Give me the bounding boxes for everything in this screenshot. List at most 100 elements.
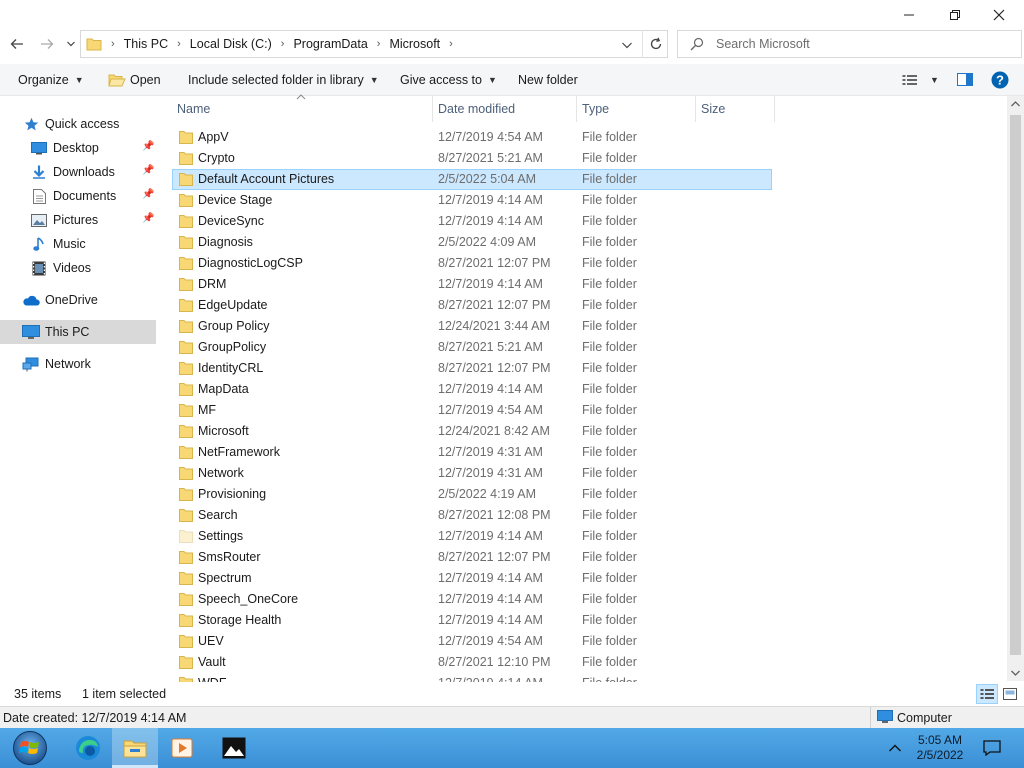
search-box[interactable]: [677, 30, 1022, 58]
star-icon: [22, 116, 40, 132]
breadcrumb-programdata[interactable]: ProgramData: [293, 37, 367, 51]
file-row[interactable]: AppV 12/7/2019 4:54 AM File folder: [172, 127, 772, 148]
forward-button[interactable]: [36, 30, 58, 58]
nav-videos[interactable]: Videos: [30, 257, 91, 279]
nav-desktop[interactable]: Desktop 📌: [30, 137, 160, 159]
address-bar[interactable]: › This PC › Local Disk (C:) › ProgramDat…: [80, 30, 668, 58]
preview-pane-button[interactable]: [957, 64, 973, 95]
scroll-down-icon[interactable]: [1011, 670, 1020, 676]
chevron-down-icon: [67, 41, 75, 47]
file-row[interactable]: DRM 12/7/2019 4:14 AM File folder: [172, 274, 772, 295]
file-row[interactable]: Microsoft 12/24/2021 8:42 AM File folder: [172, 421, 772, 442]
file-row[interactable]: MF 12/7/2019 4:54 AM File folder: [172, 400, 772, 421]
back-button[interactable]: [6, 30, 28, 58]
column-type[interactable]: Type: [577, 96, 695, 121]
address-history-chevron-icon[interactable]: [622, 42, 632, 49]
taskbar-clock[interactable]: 5:05 AM 2/5/2022: [912, 730, 968, 766]
file-row[interactable]: UEV 12/7/2019 4:54 AM File folder: [172, 631, 772, 652]
file-row[interactable]: EdgeUpdate 8/27/2021 12:07 PM File folder: [172, 295, 772, 316]
file-row[interactable]: Settings 12/7/2019 4:14 AM File folder: [172, 526, 772, 547]
nav-network[interactable]: Network: [22, 353, 91, 375]
details-view-toggle[interactable]: [976, 684, 998, 704]
file-row[interactable]: MapData 12/7/2019 4:14 AM File folder: [172, 379, 772, 400]
new-folder-button[interactable]: New folder: [518, 64, 578, 95]
start-button[interactable]: [8, 728, 52, 768]
file-row[interactable]: Network 12/7/2019 4:31 AM File folder: [172, 463, 772, 484]
column-name[interactable]: Name: [172, 96, 432, 121]
file-type: File folder: [582, 340, 637, 354]
file-row[interactable]: Speech_OneCore 12/7/2019 4:14 AM File fold…: [172, 589, 772, 610]
large-icons-view-icon: [1003, 688, 1017, 700]
file-date-modified: 12/7/2019 4:14 AM: [438, 571, 543, 585]
taskbar-photos[interactable]: [212, 728, 256, 768]
file-row[interactable]: GroupPolicy 8/27/2021 5:21 AM File folder: [172, 337, 772, 358]
column-date-modified[interactable]: Date modified: [433, 96, 576, 121]
minimize-button[interactable]: [886, 0, 932, 30]
file-row[interactable]: Search 8/27/2021 12:08 PM File folder: [172, 505, 772, 526]
help-button[interactable]: ?: [991, 64, 1009, 95]
file-name: DeviceSync: [198, 214, 264, 228]
computer-icon: [22, 324, 40, 340]
recent-locations-button[interactable]: [64, 30, 78, 58]
give-access-button[interactable]: Give access to ▼: [400, 64, 497, 95]
taskbar-file-explorer[interactable]: [112, 728, 158, 768]
nav-pictures[interactable]: Pictures 📌: [30, 209, 160, 231]
breadcrumb-local-disk[interactable]: Local Disk (C:): [190, 37, 272, 51]
breadcrumb-this-pc[interactable]: This PC: [124, 37, 168, 51]
scroll-up-icon[interactable]: [1011, 101, 1020, 107]
file-row[interactable]: NetFramework 12/7/2019 4:31 AM File folder: [172, 442, 772, 463]
file-row[interactable]: Provisioning 2/5/2022 4:19 AM File folder: [172, 484, 772, 505]
folder-icon: [179, 404, 193, 417]
file-row[interactable]: Group Policy 12/24/2021 3:44 AM File folde…: [172, 316, 772, 337]
file-date-modified: 12/7/2019 4:54 AM: [438, 403, 543, 417]
file-type: File folder: [582, 508, 637, 522]
close-button[interactable]: [976, 0, 1022, 30]
taskbar-edge[interactable]: [66, 728, 110, 768]
maximize-button[interactable]: [932, 0, 978, 30]
search-input[interactable]: [716, 37, 996, 51]
breadcrumb-separator[interactable]: ›: [281, 38, 285, 50]
change-view-button[interactable]: ▼: [902, 64, 939, 95]
open-button[interactable]: Open: [108, 64, 161, 95]
breadcrumb-separator[interactable]: ›: [377, 38, 381, 50]
nav-onedrive[interactable]: OneDrive: [22, 289, 98, 311]
breadcrumb-separator: ›: [111, 38, 115, 50]
taskbar-media-player[interactable]: [160, 728, 204, 768]
scrollbar-thumb[interactable]: [1010, 115, 1021, 655]
file-type: File folder: [582, 382, 637, 396]
organize-button[interactable]: Organize ▼: [18, 64, 84, 95]
show-hidden-icons-button[interactable]: [882, 728, 908, 768]
date-created-text: Date created: 12/7/2019 4:14 AM: [3, 711, 187, 725]
nav-downloads[interactable]: Downloads 📌: [30, 161, 160, 183]
column-size[interactable]: Size: [696, 96, 774, 121]
file-row[interactable]: Default Account Pictures 2/5/2022 5:04 AM…: [172, 169, 772, 190]
column-divider[interactable]: [774, 96, 775, 122]
large-icons-view-toggle[interactable]: [1000, 684, 1020, 704]
file-row[interactable]: IdentityCRL 8/27/2021 12:07 PM File folder: [172, 358, 772, 379]
file-row[interactable]: WDF12/7/2019 4:14 AMFile folder: [172, 673, 772, 682]
nav-this-pc[interactable]: This PC: [22, 321, 89, 343]
file-row[interactable]: SmsRouter 8/27/2021 12:07 PM File folder: [172, 547, 772, 568]
nav-quick-access[interactable]: Quick access: [22, 113, 119, 135]
file-row[interactable]: Diagnosis 2/5/2022 4:09 AM File folder: [172, 232, 772, 253]
file-date-modified: 8/27/2021 12:08 PM: [438, 508, 551, 522]
action-center-button[interactable]: [978, 728, 1006, 768]
breadcrumb-microsoft[interactable]: Microsoft: [389, 37, 440, 51]
file-row[interactable]: Crypto 8/27/2021 5:21 AM File folder: [172, 148, 772, 169]
breadcrumb-separator[interactable]: ›: [177, 38, 181, 50]
breadcrumb-separator[interactable]: ›: [449, 38, 453, 50]
file-type: File folder: [582, 256, 637, 270]
file-row[interactable]: Device Stage 12/7/2019 4:14 AM File folder: [172, 190, 772, 211]
file-row[interactable]: Spectrum 12/7/2019 4:14 AM File folder: [172, 568, 772, 589]
file-row[interactable]: Vault 8/27/2021 12:10 PM File folder: [172, 652, 772, 673]
file-row[interactable]: DeviceSync 12/7/2019 4:14 AM File folder: [172, 211, 772, 232]
nav-music[interactable]: Music: [30, 233, 86, 255]
photos-icon: [222, 737, 246, 759]
include-in-library-button[interactable]: Include selected folder in library ▼: [188, 64, 379, 95]
nav-documents[interactable]: Documents 📌: [30, 185, 160, 207]
folder-icon: [179, 656, 193, 669]
refresh-button[interactable]: [642, 30, 669, 58]
file-row[interactable]: Storage Health 12/7/2019 4:14 AM File fold…: [172, 610, 772, 631]
file-row[interactable]: DiagnosticLogCSP 8/27/2021 12:07 PM File f…: [172, 253, 772, 274]
details-view-icon: [980, 689, 994, 699]
